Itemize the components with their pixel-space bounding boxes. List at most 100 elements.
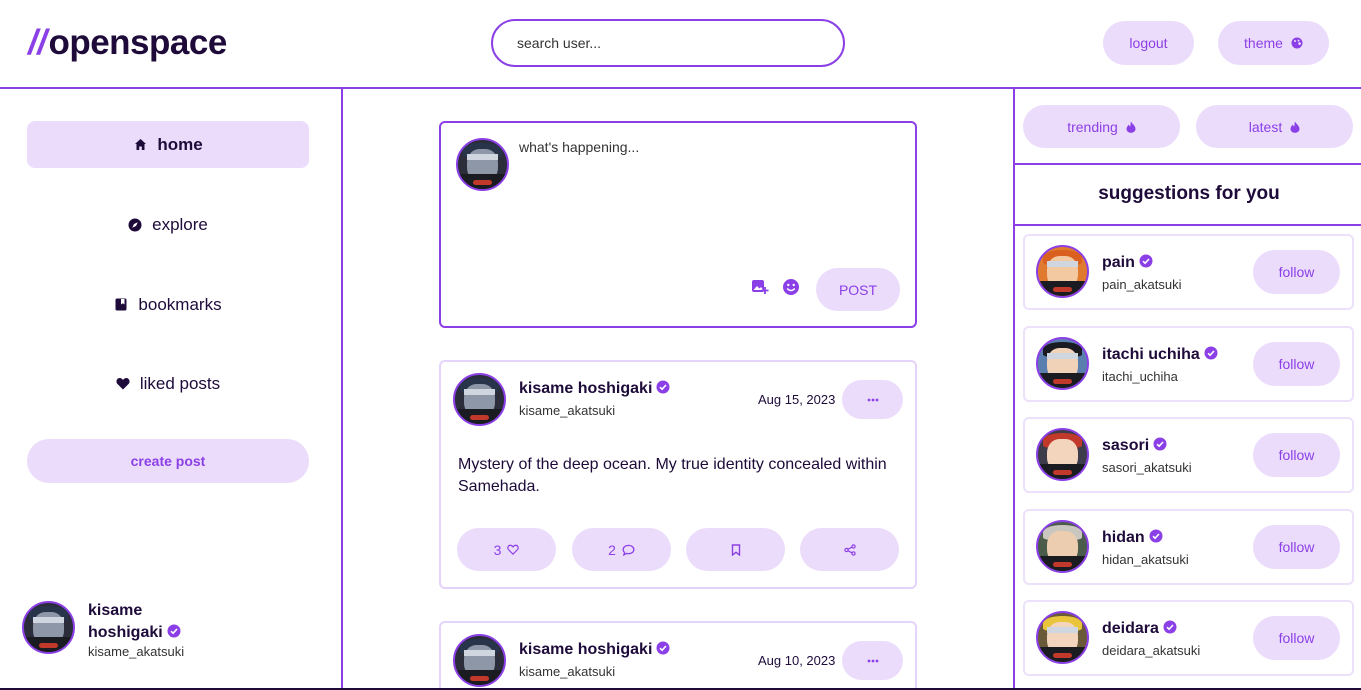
follow-button[interactable]: follow [1253,616,1340,660]
suggestion-handle: deidara_akatsuki [1102,643,1201,658]
suggestion-name[interactable]: itachi uchiha [1102,346,1218,364]
avatar[interactable] [1036,428,1089,481]
avatar[interactable] [453,373,506,426]
nav-label-liked-posts: liked posts [139,373,221,393]
trending-button[interactable]: trending [1023,105,1180,148]
post-options-button[interactable] [842,641,903,680]
verified-icon [1149,529,1163,543]
verified-icon [656,641,670,655]
suggestion-item-sasori: sasori sasori_akatsuki follow [1023,417,1354,493]
post-date: Aug 15, 2023 [758,392,836,407]
create-post-button[interactable]: create post [27,439,309,483]
theme-label: theme [1244,35,1283,51]
flame-icon [1126,121,1136,133]
suggestion-name[interactable]: hidan [1102,529,1163,547]
logo-text: openspace [48,23,227,62]
avatar[interactable] [1036,245,1089,298]
suggestion-name-text: sasori [1102,437,1150,454]
follow-button[interactable]: follow [1253,433,1340,477]
suggestion-handle: hidan_akatsuki [1102,552,1189,567]
bookmark-outline-icon [731,543,740,556]
logout-label: logout [1129,35,1168,51]
nav-item-home[interactable]: home [27,121,309,168]
post-body: Mystery of the deep ocean. My true ident… [458,456,887,495]
avatar[interactable] [1036,337,1089,390]
suggestion-item-itachi: itachi uchiha itachi_uchiha follow [1023,326,1354,402]
suggestion-item-deidara: deidara deidara_akatsuki follow [1023,600,1354,676]
logout-button[interactable]: logout [1103,21,1194,65]
post-date: Aug 10, 2023 [758,653,836,668]
post-composer: POST [439,121,917,328]
divider [1015,163,1361,165]
heart-outline-icon [507,544,520,555]
verified-icon [167,624,181,638]
verified-icon [1163,620,1177,634]
latest-button[interactable]: latest [1196,105,1353,148]
suggestion-name-text: pain [1102,254,1135,271]
top-header: //openspace logout theme [0,0,1361,89]
follow-button[interactable]: follow [1253,342,1340,386]
profile-name-text: kisame hoshigaki [88,602,163,641]
nav-label-explore: explore [152,214,208,234]
suggestions-title: suggestions for you [1098,183,1280,204]
post-options-button[interactable] [842,380,903,419]
post-button[interactable]: POST [816,268,900,311]
bookmark-button[interactable] [686,528,785,571]
theme-button[interactable]: theme [1218,21,1329,65]
verified-icon [1139,254,1153,268]
divider [1015,224,1361,226]
post-text-input[interactable] [519,139,899,259]
flame-icon [1290,121,1300,133]
suggestion-name[interactable]: deidara [1102,620,1177,638]
nav-label-bookmarks: bookmarks [138,294,222,314]
share-button[interactable] [800,528,899,571]
post-card: kisame hoshigaki kisame_akatsuki Aug 15,… [439,360,917,589]
share-icon [843,543,856,556]
post-card: kisame hoshigaki kisame_akatsuki Aug 10,… [439,621,917,690]
app-logo[interactable]: //openspace [28,23,227,63]
suggestion-name-text: hidan [1102,529,1145,546]
suggestion-item-pain: pain pain_akatsuki follow [1023,234,1354,310]
home-icon [133,138,147,152]
suggestion-name-text: itachi uchiha [1102,346,1200,363]
verified-icon [656,380,670,394]
post-author-name[interactable]: kisame hoshigaki [519,380,670,398]
bookmark-icon [114,298,128,312]
add-image-icon[interactable] [751,278,769,296]
comment-icon [622,544,635,556]
palette-icon [1291,37,1303,49]
follow-button[interactable]: follow [1253,525,1340,569]
emoji-icon[interactable] [782,278,800,296]
verified-icon [1153,437,1167,451]
nav-label-home: home [157,134,203,154]
suggestion-name[interactable]: pain [1102,254,1153,272]
suggestion-handle: sasori_akatsuki [1102,460,1192,475]
like-button[interactable]: 3 [457,528,556,571]
avatar[interactable] [453,634,506,687]
more-dots-icon [867,398,878,401]
post-button-label: POST [838,281,878,298]
post-author-handle: kisame_akatsuki [519,664,616,679]
nav-item-liked-posts[interactable]: liked posts [27,360,309,407]
avatar[interactable] [1036,611,1089,664]
latest-label: latest [1248,118,1283,135]
nav-item-bookmarks[interactable]: bookmarks [27,281,309,328]
nav-item-explore[interactable]: explore [27,201,309,248]
post-author-handle: kisame_akatsuki [519,403,616,418]
verified-icon [1204,346,1218,360]
suggestion-handle: pain_akatsuki [1102,277,1182,292]
search-user-input[interactable] [491,19,845,67]
comment-count: 2 [608,541,616,558]
like-count: 3 [493,541,502,558]
suggestion-name[interactable]: sasori [1102,437,1167,455]
avatar[interactable] [1036,520,1089,573]
more-dots-icon [867,659,878,662]
create-post-label: create post [130,453,206,469]
left-sidebar: home explore bookmarks liked posts creat… [0,89,343,690]
follow-button[interactable]: follow [1253,250,1340,294]
post-author-name[interactable]: kisame hoshigaki [519,641,670,659]
post-author-name-text: kisame hoshigaki [519,380,653,397]
comment-button[interactable]: 2 [572,528,671,571]
trending-label: trending [1067,118,1118,135]
avatar [456,138,509,191]
